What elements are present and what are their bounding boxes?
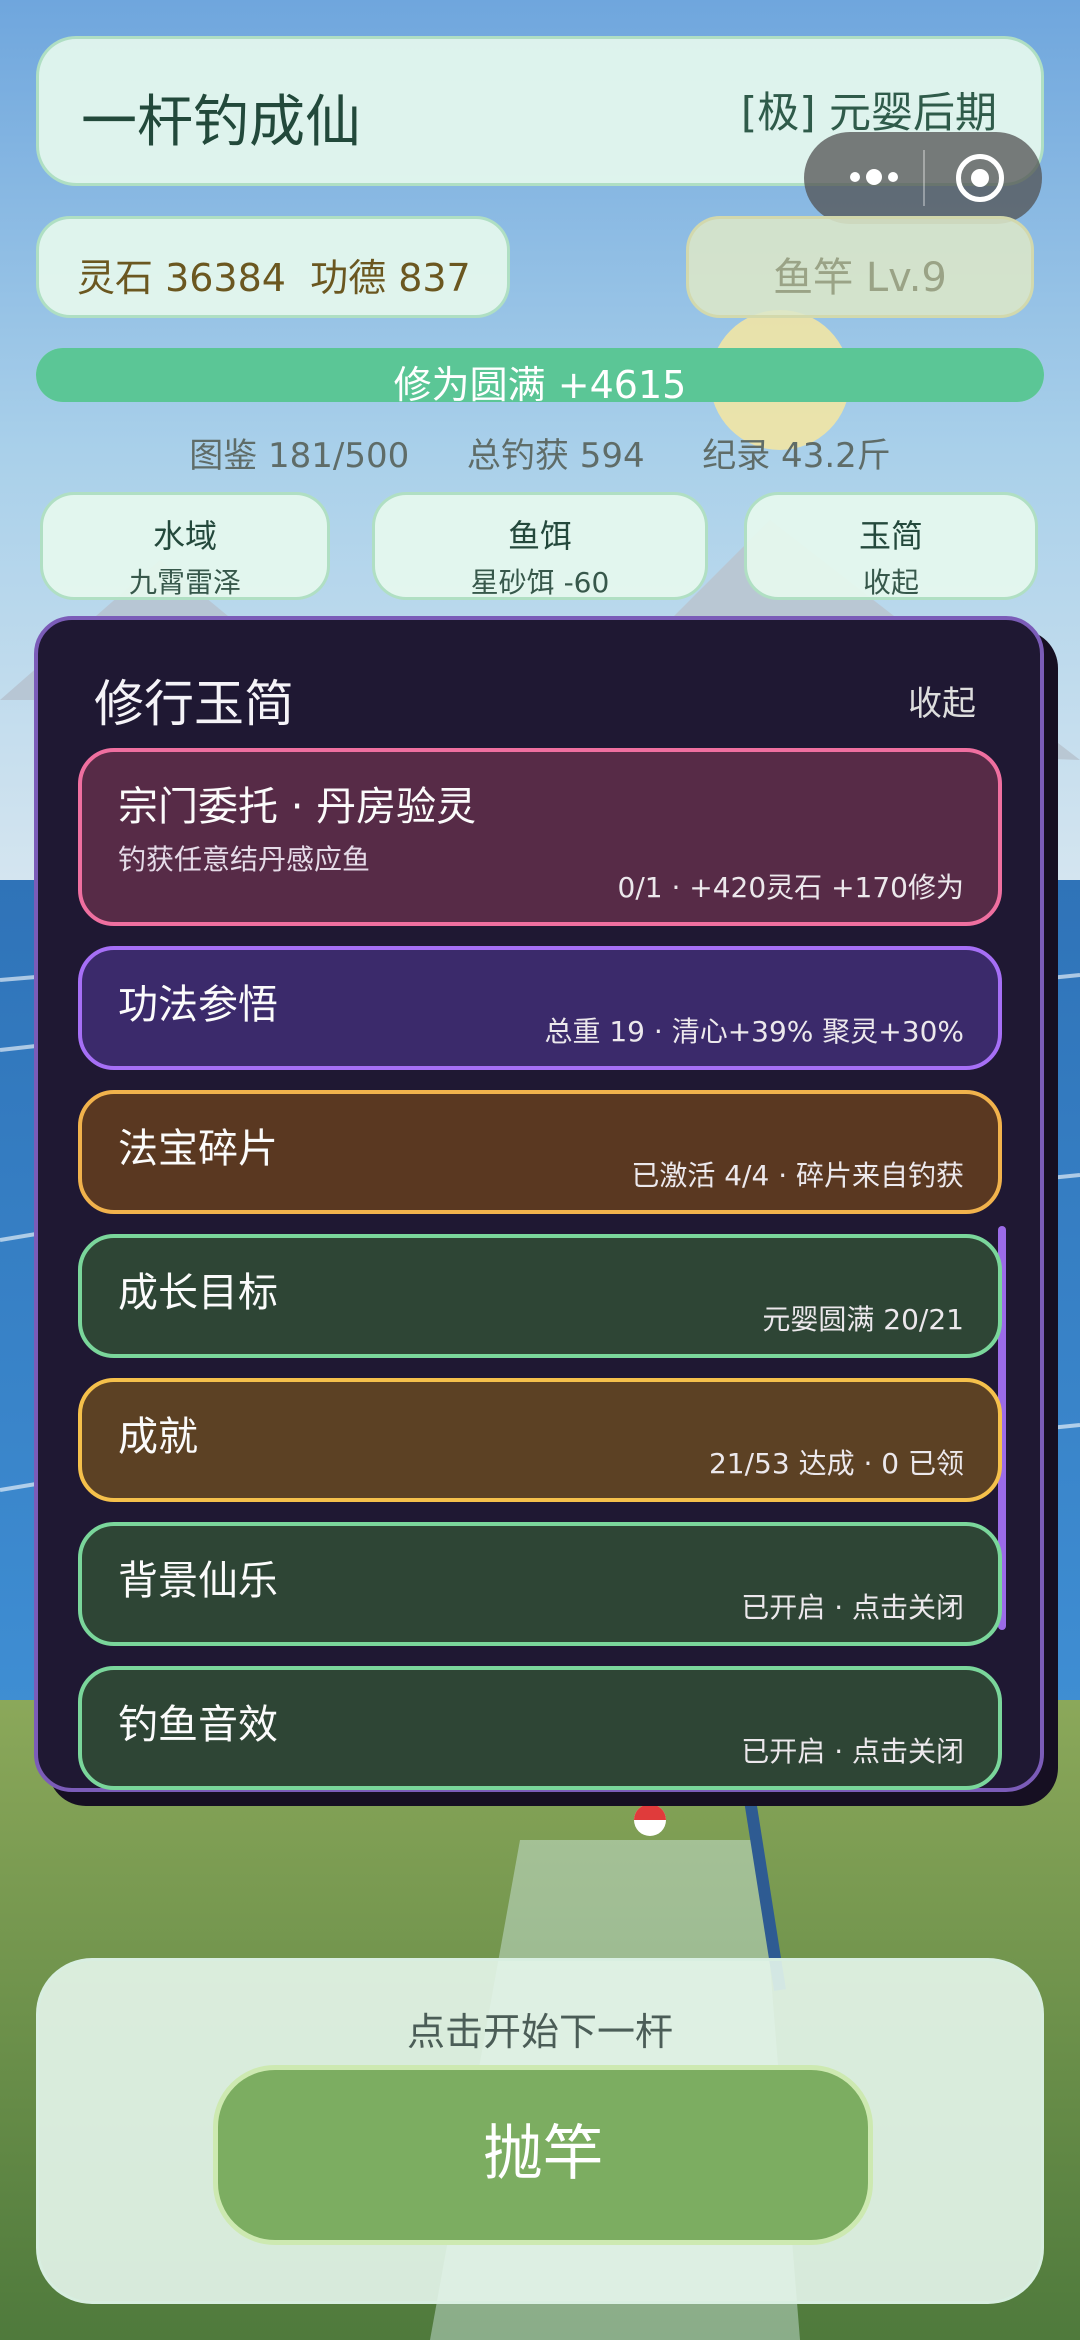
panel-title: 修行玉简 <box>94 675 294 733</box>
app-title: 一杆钓成仙 <box>81 90 361 155</box>
panel-item-sub: 钓获任意结丹感应鱼 <box>118 843 371 876</box>
tab-jade-title: 玉简 <box>858 517 923 555</box>
panel-item-name: 功法参悟 <box>118 982 278 1028</box>
panel-item[interactable]: 成长目标元婴圆满 20/21 <box>78 1234 1002 1358</box>
panel-item-name: 成长目标 <box>118 1270 278 1316</box>
collapse-link[interactable]: 收起 <box>908 676 976 725</box>
cast-prompt: 点击开始下一杆 <box>406 2010 673 2054</box>
record-stat: 纪录 43.2斤 <box>702 436 891 476</box>
rank-label: [极] 元婴后期 <box>740 88 997 137</box>
panel-item-name: 成就 <box>118 1414 198 1460</box>
tab-water[interactable]: 水域 九霄雷泽 <box>40 492 330 600</box>
panel-item-detail: 0/1 · +420灵石 +170修为 <box>617 871 964 904</box>
panel-item-detail: 已开启 · 点击关闭 <box>741 1591 964 1624</box>
panel-item[interactable]: 背景仙乐已开启 · 点击关闭 <box>78 1522 1002 1646</box>
panel-item-detail: 总重 19 · 清心+39% 聚灵+30% <box>544 1015 964 1048</box>
cultivation-label: 修为圆满 +4615 <box>393 363 687 407</box>
panel-item-detail: 已开启 · 点击关闭 <box>741 1735 964 1768</box>
panel-item[interactable]: 成就 21/53 达成 · 0 已领 <box>78 1378 1002 1502</box>
resource-stats: 灵石 36384 功德 837 <box>77 256 471 300</box>
game-scene: 一杆钓成仙 [极] 元婴后期 灵石 36384 功德 837 鱼竿 Lv.9 修… <box>0 0 1080 2340</box>
menu-capsule <box>804 132 1042 224</box>
panel-item[interactable]: 法宝碎片已激活 4/4 · 碎片来自钓获 <box>78 1090 1002 1214</box>
panel-item-name: 宗门委托 · 丹房验灵 <box>118 784 477 830</box>
tab-bait-sub: 星砂饵 -60 <box>470 566 610 599</box>
panel-item-name: 钓鱼音效 <box>118 1702 278 1748</box>
tab-bait-title: 鱼饵 <box>507 517 572 555</box>
stats-line: 图鉴 181/500 总钓获 594 纪录 43.2斤 <box>0 428 1080 477</box>
tab-jade-sub: 收起 <box>862 566 919 599</box>
rod-button[interactable]: 鱼竿 Lv.9 <box>686 216 1034 318</box>
action-card: 点击开始下一杆 抛竿 <box>36 1958 1044 2304</box>
cast-button[interactable]: 抛竿 <box>213 2065 873 2245</box>
total-catch-stat: 总钓获 594 <box>466 436 645 476</box>
tab-bait[interactable]: 鱼饵 星砂饵 -60 <box>372 492 708 600</box>
tab-water-title: 水域 <box>152 517 217 555</box>
target-circle-icon[interactable] <box>956 154 1004 202</box>
panel-item-name: 背景仙乐 <box>118 1558 278 1604</box>
panel-item[interactable]: 钓鱼音效已开启 · 点击关闭 <box>78 1666 1002 1790</box>
tab-water-sub: 九霄雷泽 <box>128 566 241 599</box>
more-dots-icon[interactable] <box>834 152 914 202</box>
rod-label: 鱼竿 Lv.9 <box>773 255 947 301</box>
catalog-stat: 图鉴 181/500 <box>189 436 410 476</box>
panel-item-detail: 已激活 4/4 · 碎片来自钓获 <box>631 1159 964 1192</box>
tab-jade[interactable]: 玉简 收起 <box>744 492 1038 600</box>
panel-item-detail: 21/53 达成 · 0 已领 <box>708 1447 964 1480</box>
resources-card: 灵石 36384 功德 837 <box>36 216 510 318</box>
panel-item-name: 法宝碎片 <box>118 1126 278 1172</box>
panel-item[interactable]: 宗门委托 · 丹房验灵钓获任意结丹感应鱼 0/1 · +420灵石 +170修为 <box>78 748 1002 926</box>
capsule-divider <box>923 150 925 206</box>
cultivation-bar: 修为圆满 +4615 <box>36 348 1044 407</box>
panel-item[interactable]: 功法参悟总重 19 · 清心+39% 聚灵+30% <box>78 946 1002 1070</box>
panel-item-detail: 元婴圆满 20/21 <box>762 1303 964 1336</box>
